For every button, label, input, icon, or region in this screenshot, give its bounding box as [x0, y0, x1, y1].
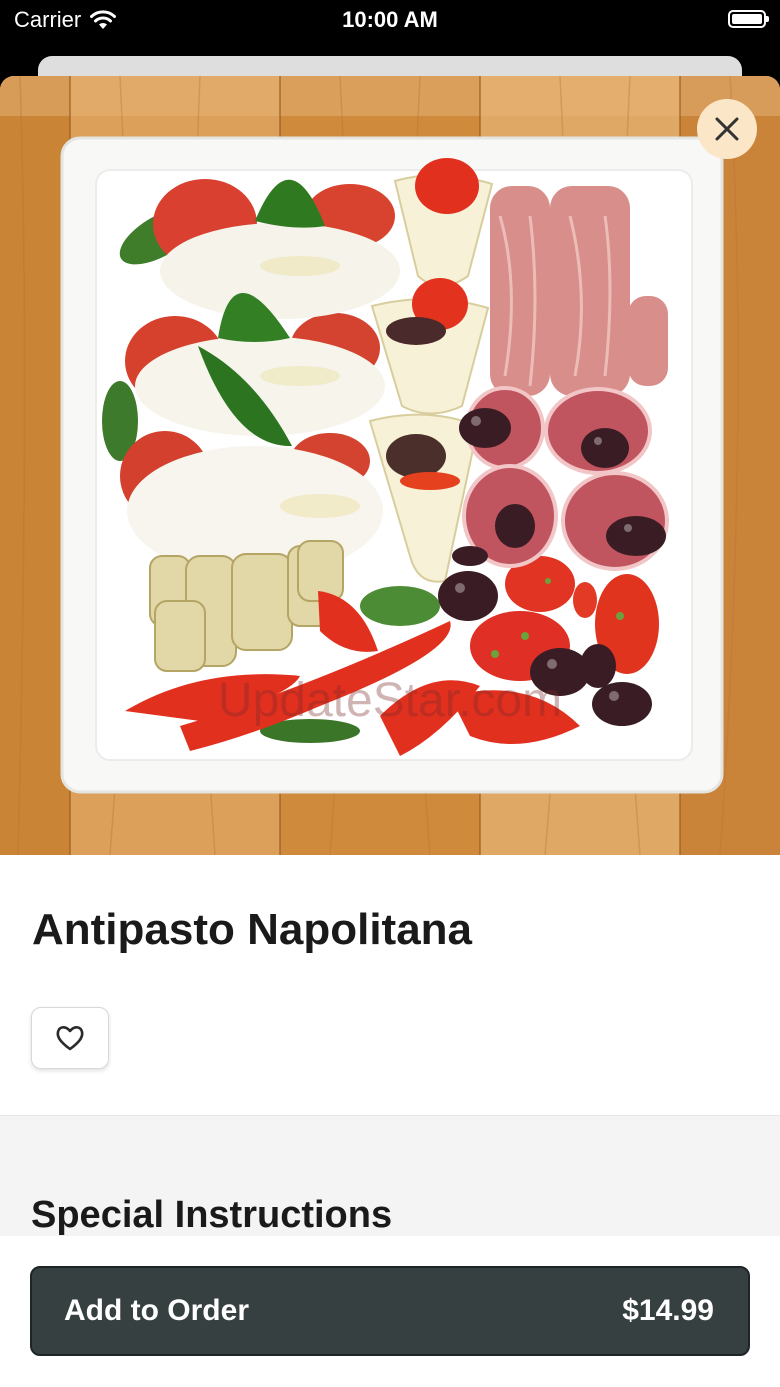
favorite-button[interactable] [31, 1007, 109, 1069]
close-button[interactable] [697, 99, 757, 159]
special-instructions-title: Special Instructions [31, 1194, 393, 1236]
item-photo: UpdateStar.com [0, 76, 780, 855]
watermark: UpdateStar.com [218, 674, 562, 727]
order-price: $14.99 [622, 1294, 714, 1327]
add-to-order-label: Add to Order [64, 1294, 249, 1327]
item-detail-sheet: UpdateStar.com Antipasto Napolitana Spec… [0, 76, 780, 1387]
status-time: 10:00 AM [342, 7, 438, 32]
heart-outline-icon [56, 1026, 84, 1051]
bottom-bar: Add to Order $14.99 [0, 1236, 780, 1387]
status-bar: Carrier 10:00 AM [0, 0, 780, 56]
add-to-order-button[interactable]: Add to Order $14.99 [30, 1266, 750, 1356]
close-icon [715, 117, 739, 141]
battery-full-icon [728, 10, 769, 28]
item-title: Antipasto Napolitana [32, 905, 473, 954]
